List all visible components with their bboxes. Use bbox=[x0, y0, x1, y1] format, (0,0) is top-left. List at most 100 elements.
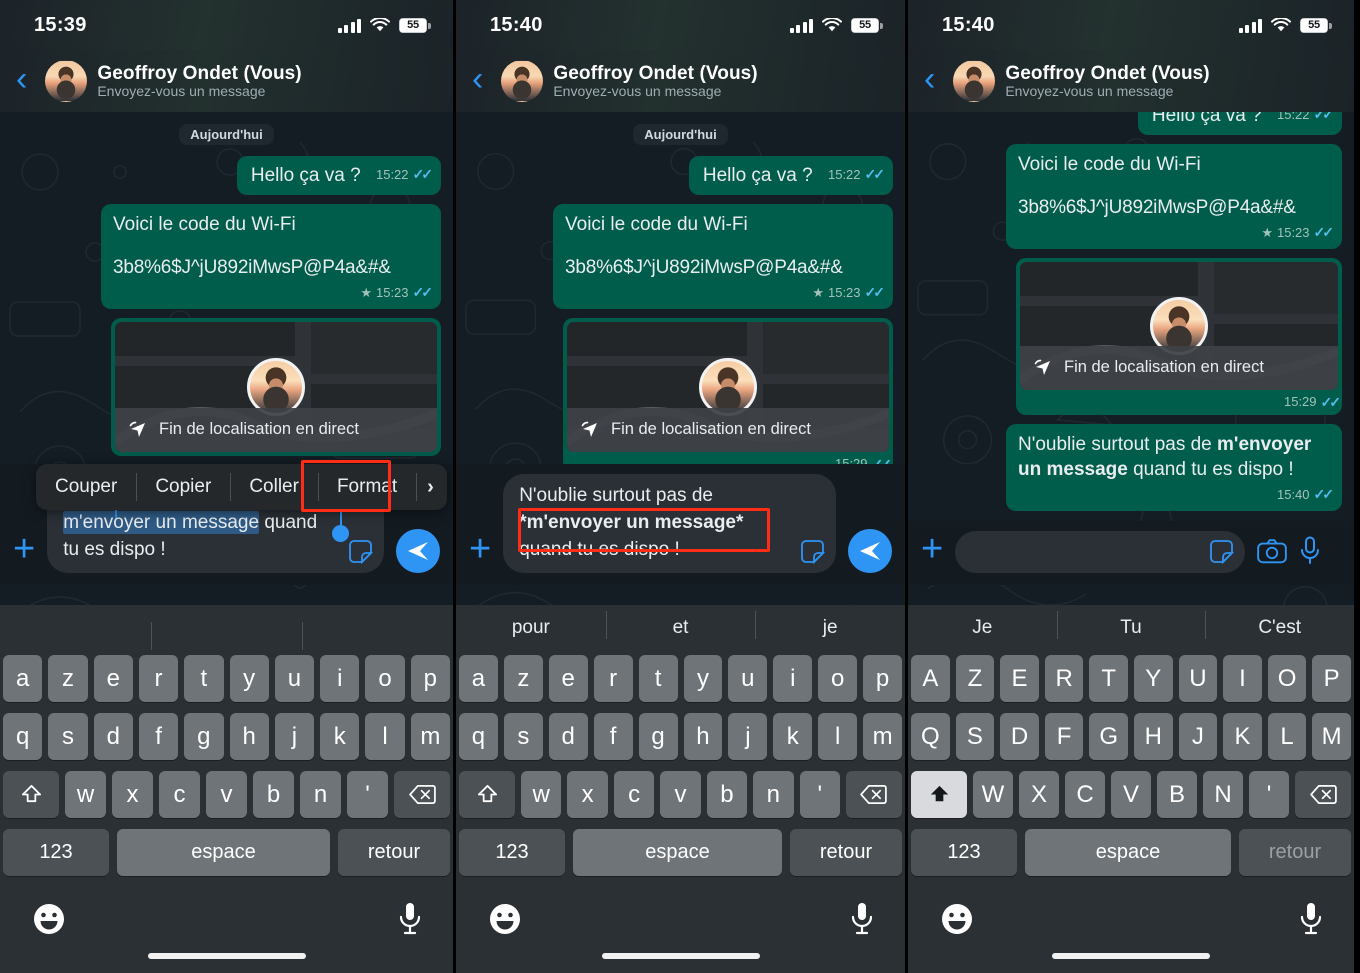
key-g[interactable]: G bbox=[1089, 713, 1128, 760]
key-i[interactable]: I bbox=[1223, 655, 1262, 702]
key-p[interactable]: P bbox=[1312, 655, 1351, 702]
message-bubble[interactable]: Hello ça va ? 15:22 ✓✓ bbox=[236, 156, 441, 196]
menu-item-copier[interactable]: Copier bbox=[136, 464, 230, 510]
shift-key-icon[interactable] bbox=[459, 771, 516, 818]
prediction-word[interactable]: et bbox=[605, 611, 756, 639]
prediction-word[interactable]: C'est bbox=[1205, 611, 1354, 639]
dictation-mic-icon[interactable] bbox=[849, 901, 875, 937]
selection-handle-end[interactable] bbox=[332, 501, 350, 543]
key-m[interactable]: m bbox=[410, 713, 450, 760]
key-s[interactable]: s bbox=[48, 713, 88, 760]
location-message-bubble[interactable]: Fin de localisation en direct 15:29 ✓✓ bbox=[1016, 257, 1342, 416]
key-n[interactable]: n bbox=[300, 771, 341, 818]
key-v[interactable]: v bbox=[206, 771, 247, 818]
key-k[interactable]: K bbox=[1223, 713, 1262, 760]
key-j[interactable]: j bbox=[728, 713, 768, 760]
map-thumbnail[interactable]: Fin de localisation en direct bbox=[115, 321, 437, 452]
prediction-word[interactable]: Tu bbox=[1056, 611, 1206, 639]
key-o[interactable]: o bbox=[365, 655, 405, 702]
prediction-word[interactable]: Je bbox=[908, 617, 1057, 639]
key-m[interactable]: M bbox=[1312, 713, 1351, 760]
key-t[interactable]: T bbox=[1089, 655, 1128, 702]
send-button[interactable] bbox=[396, 529, 440, 573]
key-h[interactable]: H bbox=[1134, 713, 1173, 760]
key-k[interactable]: k bbox=[773, 713, 813, 760]
key-k[interactable]: k bbox=[320, 713, 360, 760]
emoji-icon[interactable] bbox=[488, 902, 522, 936]
key-w[interactable]: w bbox=[65, 771, 106, 818]
emoji-icon[interactable] bbox=[940, 902, 974, 936]
key-e[interactable]: E bbox=[1000, 655, 1039, 702]
key-b[interactable]: b bbox=[706, 771, 748, 818]
space-key[interactable]: espace bbox=[1025, 829, 1231, 876]
key-c[interactable]: C bbox=[1065, 771, 1105, 818]
key-b[interactable]: b bbox=[253, 771, 294, 818]
key-r[interactable]: r bbox=[138, 655, 179, 702]
back-icon[interactable]: ‹ bbox=[466, 62, 491, 100]
key-x[interactable]: x bbox=[112, 771, 153, 818]
key-g[interactable]: g bbox=[638, 713, 678, 760]
key-u[interactable]: u bbox=[728, 655, 768, 702]
key-y[interactable]: Y bbox=[1134, 655, 1173, 702]
key-x[interactable]: x bbox=[567, 771, 608, 818]
key-i[interactable]: i bbox=[773, 655, 813, 702]
chevron-right-icon[interactable]: › bbox=[416, 464, 447, 510]
key-f[interactable]: F bbox=[1044, 713, 1084, 760]
attach-plus-icon[interactable]: + bbox=[921, 529, 943, 573]
key-apostrophe[interactable]: ' bbox=[799, 771, 840, 818]
back-icon[interactable]: ‹ bbox=[918, 62, 943, 100]
key-w[interactable]: W bbox=[973, 771, 1013, 818]
key-n[interactable]: N bbox=[1203, 771, 1243, 818]
space-key[interactable]: espace bbox=[573, 829, 782, 876]
backspace-key-icon[interactable] bbox=[1295, 771, 1351, 818]
key-x[interactable]: X bbox=[1019, 771, 1059, 818]
key-n[interactable]: n bbox=[753, 771, 794, 818]
key-v[interactable]: v bbox=[660, 771, 701, 818]
avatar[interactable] bbox=[45, 60, 87, 102]
key-q[interactable]: q bbox=[3, 713, 43, 760]
key-a[interactable]: A bbox=[911, 655, 950, 702]
key-apostrophe[interactable]: ' bbox=[347, 771, 388, 818]
attach-plus-icon[interactable]: + bbox=[469, 529, 491, 573]
dictation-mic-icon[interactable] bbox=[1298, 901, 1324, 937]
key-u[interactable]: u bbox=[274, 655, 315, 702]
backspace-key-icon[interactable] bbox=[394, 771, 450, 818]
key-a[interactable]: a bbox=[458, 655, 498, 702]
key-s[interactable]: s bbox=[503, 713, 543, 760]
key-m[interactable]: m bbox=[863, 713, 903, 760]
prediction-word[interactable]: pour bbox=[456, 617, 606, 639]
key-h[interactable]: h bbox=[683, 713, 723, 760]
message-bubble-formatted[interactable]: N'oublie surtout pas de m'envoyer un mes… bbox=[1006, 424, 1342, 511]
numbers-key[interactable]: 123 bbox=[3, 829, 109, 876]
back-icon[interactable]: ‹ bbox=[10, 62, 35, 100]
message-input[interactable] bbox=[955, 531, 1246, 573]
key-e[interactable]: e bbox=[548, 655, 588, 702]
key-o[interactable]: o bbox=[818, 655, 858, 702]
key-s[interactable]: S bbox=[955, 713, 995, 760]
map-thumbnail[interactable]: Fin de localisation en direct bbox=[1020, 261, 1338, 390]
key-r[interactable]: r bbox=[593, 655, 633, 702]
map-thumbnail[interactable]: Fin de localisation en direct bbox=[567, 321, 889, 452]
location-message-bubble[interactable]: Fin de localisation en direct 15:29 ✓✓ bbox=[563, 317, 893, 478]
send-button[interactable] bbox=[848, 529, 892, 573]
key-e[interactable]: e bbox=[93, 655, 133, 702]
key-j[interactable]: j bbox=[274, 713, 315, 760]
key-b[interactable]: B bbox=[1157, 771, 1197, 818]
return-key[interactable]: retour bbox=[790, 829, 902, 876]
message-bubble[interactable]: Hello ça va ? 15:22 ✓✓ bbox=[1137, 112, 1342, 136]
key-c[interactable]: c bbox=[159, 771, 200, 818]
key-d[interactable]: D bbox=[1000, 713, 1039, 760]
key-o[interactable]: O bbox=[1267, 655, 1307, 702]
shift-key-icon[interactable] bbox=[911, 771, 967, 818]
key-j[interactable]: J bbox=[1178, 713, 1218, 760]
camera-icon[interactable] bbox=[1257, 536, 1288, 566]
key-h[interactable]: h bbox=[229, 713, 269, 760]
key-d[interactable]: d bbox=[548, 713, 588, 760]
key-z[interactable]: Z bbox=[955, 655, 995, 702]
sticker-icon[interactable] bbox=[800, 539, 825, 564]
message-bubble[interactable]: Voici le code du Wi-Fi 3b8%6$J^jU892iMws… bbox=[553, 204, 893, 309]
message-bubble[interactable]: Voici le code du Wi-Fi 3b8%6$J^jU892iMws… bbox=[101, 204, 441, 309]
key-t[interactable]: t bbox=[184, 655, 224, 702]
message-bubble[interactable]: Hello ça va ? 15:22 ✓✓ bbox=[688, 156, 893, 196]
key-y[interactable]: y bbox=[229, 655, 269, 702]
